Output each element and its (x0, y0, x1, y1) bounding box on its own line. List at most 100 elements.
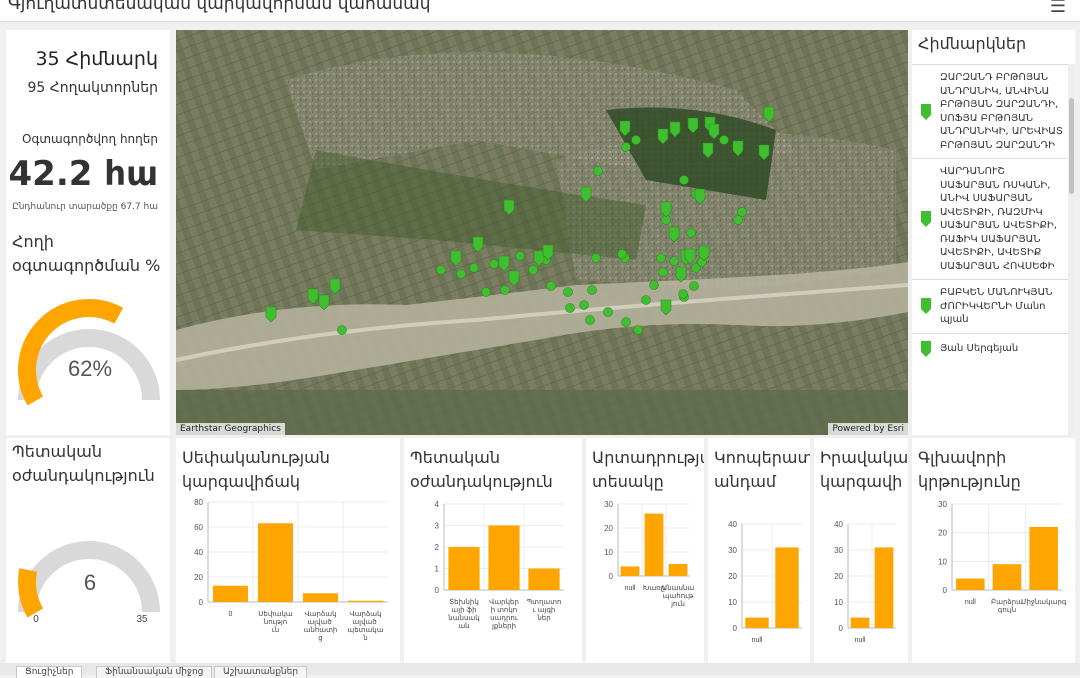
map-dot-marker (719, 135, 729, 145)
list-title: Հիմնարկներ (918, 34, 1027, 53)
y-tick-label: 10 (728, 598, 737, 607)
list-item-text: ԶԱՐԶԱՆԴ ԲՐԹՈՅԱՆ ԱՆԴՐԱՆԻԿ, ԱՆՎԻՆԱ ԲՐԹՈՅԱՆ… (940, 72, 1063, 151)
y-tick-label: 80 (194, 498, 203, 507)
map-dot-marker (515, 251, 525, 261)
gauge-min-label: 0 (33, 614, 39, 625)
list-item[interactable]: ԲԱԲԿԵՆ ՄԱՆՈՒԿՅԱՆ ԺՈՐԻԿՎԵՐՆԻ Մանո պյան (912, 279, 1068, 333)
gauge-value: 6 (84, 570, 96, 595)
hamburger-icon[interactable]: ☰ (1050, 0, 1066, 17)
map-dot-marker (528, 265, 538, 275)
map-dot-marker (489, 259, 499, 269)
bar (620, 566, 640, 576)
support-chart-title: Պետական օժանդակություն (410, 448, 553, 491)
y-tick-label: 10 (604, 548, 613, 557)
bar (302, 593, 339, 602)
bar (874, 547, 894, 628)
y-tick-label: 4 (435, 500, 440, 509)
map-dot-marker (679, 175, 689, 185)
map-dot-marker (481, 287, 491, 297)
support-chart-panel: Պետական օժանդակություն 0 1 2 3 4 Տեխնիկ այի ֆի… (404, 438, 582, 663)
education-bar-chart: 0 10 20 30 null Բարձրա գույնՄիջնակարգ (938, 500, 1067, 614)
y-tick-label: 30 (938, 500, 947, 509)
total-area-label: Ընդհանուր տարածքը 67.7 հա (12, 202, 158, 212)
map-dot-marker (689, 281, 699, 291)
map-dot-marker (658, 267, 668, 277)
satellite-map[interactable] (176, 30, 908, 435)
map-dot-marker (656, 253, 666, 263)
coop-bar-chart: 0 10 20 30 40 null (728, 520, 802, 644)
map-dot-marker (337, 325, 347, 335)
education-chart-panel: Գլխավորի կրթությունը 0 10 20 30 null Բարձրա գո… (912, 438, 1075, 663)
bar (488, 525, 520, 590)
map-pin-icon (912, 103, 940, 121)
map-dot-marker (633, 325, 643, 335)
y-tick-label: 20 (938, 529, 947, 538)
esri-attribution[interactable]: Powered by Esri (828, 423, 908, 435)
x-tick-label: null (625, 585, 636, 592)
bar (212, 585, 249, 602)
map-dot-marker (591, 253, 601, 263)
map-attribution: Earthstar Geographics (176, 423, 285, 435)
x-tick-label: Տեխնիկ այի ֆի նանսակ ան (447, 598, 479, 630)
map-dot-marker (649, 280, 659, 290)
bar (257, 523, 294, 602)
list-item[interactable]: Յան Սերգեյան (912, 332, 1068, 364)
bar (775, 547, 799, 628)
y-tick-label: 2 (435, 543, 440, 552)
y-tick-label: 60 (194, 523, 203, 532)
ownership-bar-chart: 0 20 40 60 80 0 Սեփակա նությո ւն Վարձակ ալված անհա… (194, 498, 388, 642)
y-tick-label: 40 (834, 520, 843, 529)
bar (850, 617, 870, 628)
list-item-text: Յան Սերգեյան (940, 342, 1019, 354)
map-dot-marker (587, 285, 597, 295)
y-tick-label: 20 (834, 572, 843, 581)
map-dot-marker (631, 135, 641, 145)
map-dot-marker (669, 256, 679, 266)
tab-finance[interactable]: Ֆինանսական միջոց (96, 666, 213, 678)
list-scrollbar[interactable] (1068, 64, 1075, 435)
institutions-list[interactable]: ԶԱՐԶԱՆԴ ԲՐԹՈՅԱՆ ԱՆԴՐԱՆԻԿ, ԱՆՎԻՆԱ ԲՐԹՈՅԱՆ… (912, 64, 1068, 435)
bar (347, 600, 384, 602)
list-item[interactable]: ՎԱՐԴԱՆՈՒՇ ՍԱՖԱՐՅԱՆ ՌՍԿԱՆԻ, ԱՆԻՎ ՍԱՖԱՐՅԱՆ… (912, 158, 1068, 279)
support-bar-chart: 0 1 2 3 4 Տեխնիկ այի ֆի նանսակ ան Վարկեր ի տոկո սադ… (435, 500, 564, 630)
map-dot-marker (737, 207, 747, 217)
x-tick-label: 0 (229, 611, 233, 618)
y-tick-label: 20 (604, 524, 613, 533)
bar (668, 564, 688, 576)
tab-works[interactable]: Աշխատանքներ (214, 666, 308, 678)
institutions-list-panel: Հիմնարկներ ԶԱՐԶԱՆԴ ԲՐԹՈՅԱՆ ԱՆԴՐԱՆԻԿ, ԱՆՎ… (912, 30, 1075, 435)
land-usage-gauge-title: Հողի օգտագործման % (12, 232, 161, 275)
support-gauge-panel: Պետական օժանդակություն 6 0 35 (6, 438, 170, 663)
map-dot-marker (565, 303, 575, 313)
tab-bar: Ցուցիչներ Ֆինանսական միջոց Աշխատանքներ (0, 663, 1080, 678)
plots-count: 95 Հողակտորներ (27, 80, 158, 96)
list-item-text: ՎԱՐԴԱՆՈՒՇ ՍԱՖԱՐՅԱՆ ՌՍԿԱՆԻ, ԱՆԻՎ ՍԱՖԱՐՅԱՆ… (940, 166, 1058, 272)
land-usage-gauge: 62% (18, 299, 160, 406)
map-dot-marker (621, 317, 631, 327)
support-gauge-title: Պետական օժանդակություն (12, 442, 155, 485)
y-tick-label: 40 (728, 520, 737, 529)
x-tick-label: Անասնա պահութ յուն (662, 584, 694, 608)
x-tick-label: Սեփակա նությո ւն (258, 610, 293, 634)
map-dot-marker (456, 269, 466, 279)
scrollbar-thumb[interactable] (1069, 98, 1074, 194)
tab-indicators[interactable]: Ցուցիչներ (16, 666, 83, 678)
y-tick-label: 0 (839, 624, 844, 633)
y-tick-label: 40 (194, 548, 203, 557)
map-panel[interactable]: Earthstar Geographics Powered by Esri (176, 30, 908, 435)
gauge-value: 62% (68, 356, 112, 381)
legal-chart-panel: Իրավական կարգավի 0 10 20 30 40 null (814, 438, 908, 663)
legal-chart-title: Իրավական կարգավի (820, 448, 908, 491)
y-tick-label: 10 (834, 598, 843, 607)
list-item[interactable]: ԶԱՐԶԱՆԴ ԲՐԹՈՅԱՆ ԱՆԴՐԱՆԻԿ, ԱՆՎԻՆԱ ԲՐԹՈՅԱՆ… (912, 64, 1068, 158)
map-dot-marker (469, 263, 479, 273)
farmland-south (176, 390, 908, 435)
map-pin-icon (912, 210, 940, 228)
y-tick-label: 0 (733, 624, 738, 633)
used-land-value: 42.2 հա (8, 154, 158, 194)
x-tick-label: null (965, 599, 976, 606)
ownership-chart-panel: Սեփականության կարգավիճակ 0 20 40 60 80 0 Սեփակ… (176, 438, 400, 663)
x-tick-label: Վարկեր ի տոկո սադրու յքների (489, 598, 519, 630)
map-dot-marker (546, 281, 556, 291)
production-chart-panel: Արտադրության տեսակը 0102030nullԽառըԱնասն… (586, 438, 704, 663)
